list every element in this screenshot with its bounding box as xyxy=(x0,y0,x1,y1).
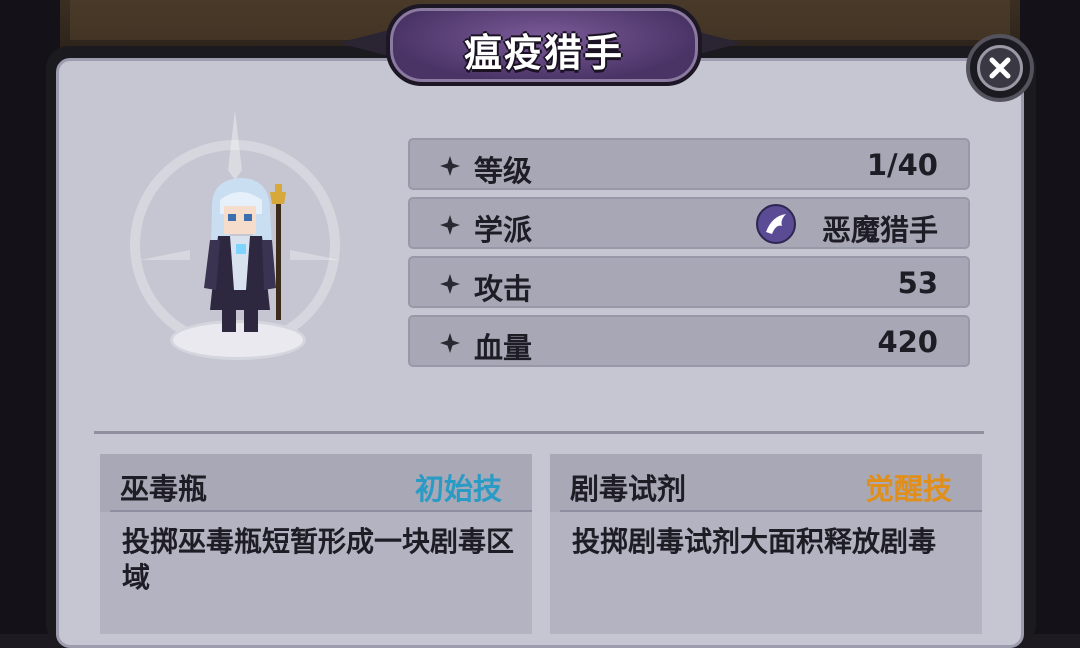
close-icon xyxy=(977,45,1023,91)
character-portrait xyxy=(120,110,360,360)
skill-name: 剧毒试剂 xyxy=(570,472,687,506)
skill-card-divider xyxy=(560,510,982,512)
stat-row-attack: 攻击 53 xyxy=(408,256,970,308)
skill-card-awaken[interactable]: 剧毒试剂 觉醒技 投掷剧毒试剂大面积释放剧毒 xyxy=(550,454,982,634)
four-point-star-icon xyxy=(440,215,460,235)
close-button[interactable] xyxy=(966,34,1034,102)
title-plate: 瘟疫猎手 xyxy=(338,0,742,86)
stat-label-level: 等级 xyxy=(474,154,533,188)
plague-hunter-character-sprite xyxy=(204,178,286,332)
stat-label-school: 学派 xyxy=(474,213,533,247)
skill-card-divider xyxy=(110,510,532,512)
stat-value-attack: 53 xyxy=(897,266,938,300)
four-point-star-icon xyxy=(440,333,460,353)
hero-name-title: 瘟疫猎手 xyxy=(463,31,624,75)
skill-description: 投掷巫毒瓶短暂形成一块剧毒区域 xyxy=(122,525,515,594)
stat-row-level: 等级 1/40 xyxy=(408,138,970,190)
skill-type-badge: 觉醒技 xyxy=(864,472,952,506)
stat-label-hp: 血量 xyxy=(474,331,533,365)
stat-label-attack: 攻击 xyxy=(474,272,533,306)
skill-description: 投掷剧毒试剂大面积释放剧毒 xyxy=(572,525,937,558)
stats-list: 等级 1/40 学派 恶魔猎手 攻击 53 血量 420 xyxy=(408,138,970,374)
stat-row-hp: 血量 420 xyxy=(408,315,970,367)
stat-value-level: 1/40 xyxy=(866,148,938,182)
stat-value-school: 恶魔猎手 xyxy=(821,213,938,247)
skill-name: 巫毒瓶 xyxy=(120,472,208,506)
four-point-star-icon xyxy=(440,156,460,176)
section-divider xyxy=(94,431,984,434)
title-banner: 瘟疫猎手 xyxy=(386,4,702,86)
stat-row-school: 学派 恶魔猎手 xyxy=(408,197,970,249)
skill-type-badge: 初始技 xyxy=(414,472,502,506)
skill-card-initial[interactable]: 巫毒瓶 初始技 投掷巫毒瓶短暂形成一块剧毒区域 xyxy=(100,454,532,634)
stat-value-hp: 420 xyxy=(877,325,938,359)
four-point-star-icon xyxy=(440,274,460,294)
demon-hunter-school-icon xyxy=(756,204,796,244)
